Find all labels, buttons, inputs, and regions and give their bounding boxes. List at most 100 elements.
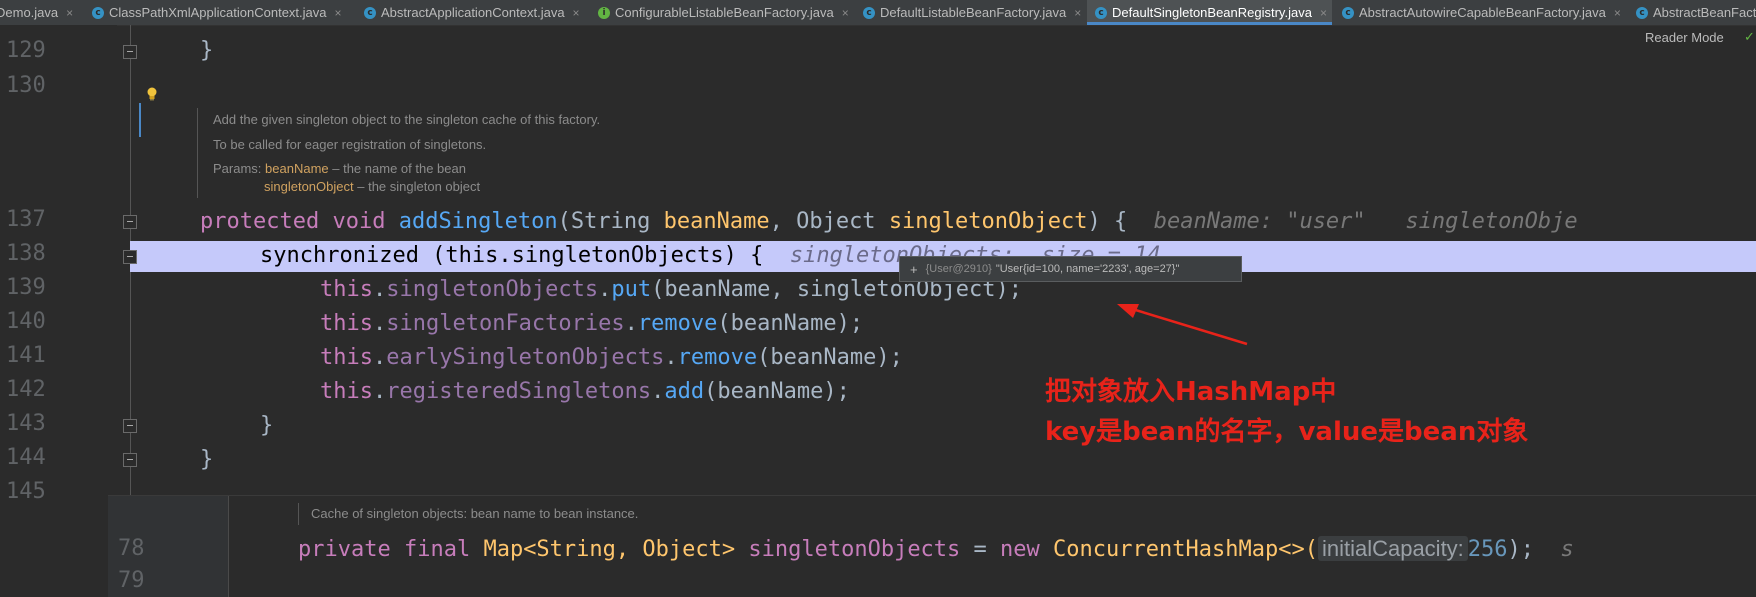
tab-label: AbstractApplicationContext.java	[381, 5, 565, 20]
annotation-line: 把对象放入HashMap中	[1045, 377, 1337, 407]
tab-abstractbeanfactory[interactable]: c AbstractBeanFact	[1636, 0, 1756, 25]
param-name: beanName	[663, 209, 770, 234]
keyword: final	[403, 537, 471, 562]
fold-icon[interactable]	[123, 250, 137, 264]
line-number: 129	[6, 38, 46, 63]
tab-demo[interactable]: Demo.java ×	[0, 0, 73, 25]
field-name: registeredSingletons	[386, 379, 652, 404]
keyword: this	[320, 277, 373, 302]
tab-label: ClassPathXmlApplicationContext.java	[109, 5, 327, 20]
object-ref: {User@2910}	[925, 263, 992, 275]
class-icon: c	[1636, 6, 1648, 19]
expand-icon[interactable]: +	[910, 262, 918, 277]
param-name: beanName	[265, 161, 329, 176]
fold-icon[interactable]	[123, 453, 137, 467]
reader-mode-button[interactable]: Reader Mode	[1645, 30, 1724, 45]
close-icon[interactable]: ×	[335, 6, 342, 20]
param-desc: – the singleton object	[353, 179, 481, 194]
line-number: 78	[118, 536, 145, 561]
tab-label: DefaultListableBeanFactory.java	[880, 5, 1067, 20]
method-name: add	[664, 379, 705, 404]
line-number: 137	[6, 207, 46, 232]
keyword: new	[1000, 537, 1040, 562]
code-text: synchronized (this.singletonObjects) {	[260, 243, 764, 268]
tab-configurablelistablebeanfactory[interactable]: i ConfigurableListableBeanFactory.java ×	[598, 0, 849, 25]
popup-divider	[228, 496, 229, 597]
close-icon[interactable]: ×	[1320, 6, 1327, 20]
line-number: 130	[6, 73, 46, 98]
class-icon: c	[364, 6, 376, 19]
code-text: ) {	[1087, 209, 1128, 234]
annotation-line: key是bean的名字，value是bean对象	[1045, 417, 1529, 447]
line-number: 145	[6, 479, 46, 504]
javadoc-params: Params: beanName – the name of the bean	[213, 161, 466, 176]
line-number: 79	[118, 568, 145, 593]
popup-code-line-78: private final Map<String, Object> single…	[298, 536, 1574, 563]
class-icon: c	[1095, 6, 1107, 19]
class-icon: c	[92, 6, 104, 19]
param-name: singletonObject	[888, 209, 1088, 234]
keyword: this	[320, 345, 373, 370]
debug-value-tooltip[interactable]: + {User@2910} "User{id=100, name='2233',…	[899, 256, 1242, 282]
tab-label: AbstractAutowireCapableBeanFactory.java	[1359, 5, 1606, 20]
arrow-icon	[1117, 304, 1248, 346]
line-number: 141	[6, 343, 46, 368]
code-text: (String	[557, 209, 664, 234]
fold-icon[interactable]	[123, 215, 137, 229]
line-number: 144	[6, 445, 46, 470]
type-name: ConcurrentHashMap<>(	[1053, 537, 1318, 562]
tab-classpathxmlapplicationcontext[interactable]: c ClassPathXmlApplicationContext.java ×	[92, 0, 342, 25]
tab-label: DefaultSingletonBeanRegistry.java	[1112, 5, 1312, 20]
method-name: put	[611, 277, 652, 302]
param-name: singletonObject	[264, 179, 354, 194]
line-number: 142	[6, 377, 46, 402]
fold-icon[interactable]	[123, 45, 137, 59]
method-name: addSingleton	[398, 209, 558, 234]
field-name: singletonFactories	[386, 311, 625, 336]
code-line-142: this.registeredSingletons.add(beanName);	[320, 379, 850, 404]
code-line-140: this.singletonFactories.remove(beanName)…	[320, 311, 864, 336]
code-text: (beanName);	[717, 311, 864, 336]
field-name: earlySingletonObjects	[386, 345, 665, 370]
params-label: Params:	[213, 161, 262, 176]
line-number: 143	[6, 411, 46, 436]
tab-label: ConfigurableListableBeanFactory.java	[615, 5, 834, 20]
tab-label: Demo.java	[0, 5, 59, 20]
tab-abstractautowirecapablebeanfactory[interactable]: c AbstractAutowireCapableBeanFactory.jav…	[1342, 0, 1621, 25]
keyword: this	[320, 311, 373, 336]
close-icon[interactable]: ×	[1074, 6, 1081, 20]
close-icon[interactable]: ×	[1614, 6, 1621, 20]
javadoc-params: singletonObject – the singleton object	[264, 179, 480, 194]
fold-icon[interactable]	[123, 419, 137, 433]
class-icon: c	[863, 6, 875, 19]
type-name: Map<String, Object>	[483, 537, 736, 562]
field-name: singletonObjects	[748, 537, 961, 562]
close-icon[interactable]: ×	[842, 6, 849, 20]
param-desc: – the name of the bean	[328, 161, 466, 176]
code-line-143: }	[260, 413, 274, 438]
tab-label: AbstractBeanFact	[1653, 5, 1756, 20]
method-name: remove	[677, 345, 758, 370]
close-icon[interactable]: ×	[66, 6, 73, 20]
javadoc-block: Add the given singleton object to the si…	[197, 108, 898, 198]
method-name: remove	[637, 311, 718, 336]
javadoc-description: To be called for eager registration of s…	[213, 137, 487, 152]
lightbulb-icon[interactable]	[146, 87, 158, 101]
line-number: 139	[6, 275, 46, 300]
close-icon[interactable]: ×	[573, 6, 580, 20]
number-literal: 256	[1467, 537, 1508, 562]
tab-defaultsingletonbeanregistry[interactable]: c DefaultSingletonBeanRegistry.java ×	[1087, 0, 1332, 25]
interface-icon: i	[598, 6, 610, 19]
code-line-141: this.earlySingletonObjects.remove(beanNa…	[320, 345, 903, 370]
parameter-hint: initialCapacity:	[1317, 536, 1468, 561]
change-marker	[139, 103, 141, 137]
code-text: s	[1560, 537, 1574, 562]
tab-abstractapplicationcontext[interactable]: c AbstractApplicationContext.java ×	[364, 0, 580, 25]
class-icon: c	[1342, 6, 1354, 19]
tab-defaultlistablebeanfactory[interactable]: c DefaultListableBeanFactory.java ×	[863, 0, 1081, 25]
declaration-preview-popup: Cache of singleton objects: bean name to…	[108, 495, 1756, 597]
line-number: 140	[6, 309, 46, 334]
code-line-129: }	[200, 38, 214, 63]
javadoc-summary: Add the given singleton object to the si…	[213, 112, 601, 127]
keyword: private	[298, 537, 391, 562]
